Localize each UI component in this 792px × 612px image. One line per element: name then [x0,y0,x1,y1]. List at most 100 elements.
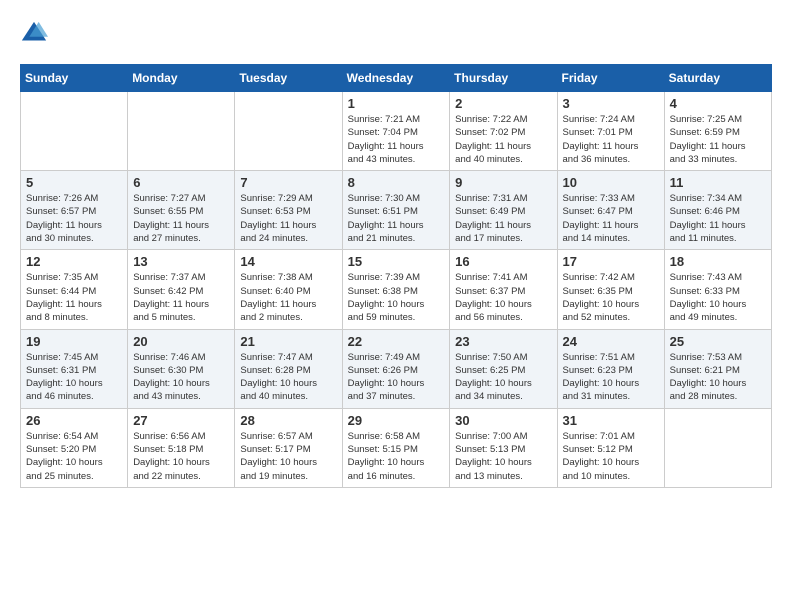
day-detail: Sunrise: 7:00 AM Sunset: 5:13 PM Dayligh… [455,430,551,483]
day-number: 30 [455,413,551,428]
calendar-week-3: 19 Sunrise: 7:45 AM Sunset: 6:31 PM Dayli… [21,329,772,408]
calendar-cell: 21Sunrise: 7:47 AM Sunset: 6:28 PM Dayli… [235,329,342,408]
calendar-cell: 14 Sunrise: 7:38 AM Sunset: 6:40 PM Dayli… [235,250,342,329]
calendar-cell: 10 Sunrise: 7:33 AM Sunset: 6:47 PM Dayli… [557,171,664,250]
day-detail: Sunrise: 7:42 AM Sunset: 6:35 PM Dayligh… [563,271,659,324]
day-number: 12 [26,254,122,269]
calendar-cell: 28 Sunrise: 6:57 AM Sunset: 5:17 PM Dayli… [235,408,342,487]
day-detail: Sunrise: 7:46 AM Sunset: 6:30 PM Dayligh… [133,351,229,404]
day-number: 31 [563,413,659,428]
day-number: 22 [348,334,445,349]
day-detail: Sunrise: 7:49 AM Sunset: 6:26 PM Dayligh… [348,351,445,404]
calendar-cell: 31 Sunrise: 7:01 AM Sunset: 5:12 PM Dayli… [557,408,664,487]
calendar-table: SundayMondayTuesdayWednesdayThursdayFrid… [20,64,772,488]
day-detail: Sunrise: 7:39 AM Sunset: 6:38 PM Dayligh… [348,271,445,324]
day-detail: Sunrise: 7:30 AM Sunset: 6:51 PM Dayligh… [348,192,445,245]
day-number: 13 [133,254,229,269]
calendar-week-4: 26Sunrise: 6:54 AM Sunset: 5:20 PM Dayli… [21,408,772,487]
day-number: 18 [670,254,766,269]
day-detail: Sunrise: 6:56 AM Sunset: 5:18 PM Dayligh… [133,430,229,483]
calendar-header-row: SundayMondayTuesdayWednesdayThursdayFrid… [21,65,772,92]
logo-icon [20,20,48,48]
day-detail: Sunrise: 7:29 AM Sunset: 6:53 PM Dayligh… [240,192,336,245]
day-detail: Sunrise: 7:43 AM Sunset: 6:33 PM Dayligh… [670,271,766,324]
day-detail: Sunrise: 6:57 AM Sunset: 5:17 PM Dayligh… [240,430,336,483]
day-detail: Sunrise: 7:34 AM Sunset: 6:46 PM Dayligh… [670,192,766,245]
day-detail: Sunrise: 7:01 AM Sunset: 5:12 PM Dayligh… [563,430,659,483]
calendar-header-friday: Friday [557,65,664,92]
day-number: 6 [133,175,229,190]
calendar-header-monday: Monday [128,65,235,92]
day-number: 7 [240,175,336,190]
day-detail: Sunrise: 7:50 AM Sunset: 6:25 PM Dayligh… [455,351,551,404]
day-number: 1 [348,96,445,111]
calendar-cell: 9 Sunrise: 7:31 AM Sunset: 6:49 PM Daylig… [450,171,557,250]
day-detail: Sunrise: 7:38 AM Sunset: 6:40 PM Dayligh… [240,271,336,324]
day-detail: Sunrise: 7:37 AM Sunset: 6:42 PM Dayligh… [133,271,229,324]
day-number: 20 [133,334,229,349]
calendar-week-1: 5 Sunrise: 7:26 AM Sunset: 6:57 PM Daylig… [21,171,772,250]
calendar-header-wednesday: Wednesday [342,65,450,92]
day-number: 28 [240,413,336,428]
day-detail: Sunrise: 7:53 AM Sunset: 6:21 PM Dayligh… [670,351,766,404]
calendar-header-saturday: Saturday [664,65,771,92]
calendar-cell [21,92,128,171]
calendar-cell: 22 Sunrise: 7:49 AM Sunset: 6:26 PM Dayli… [342,329,450,408]
calendar-cell: 25 Sunrise: 7:53 AM Sunset: 6:21 PM Dayli… [664,329,771,408]
calendar-cell: 8Sunrise: 7:30 AM Sunset: 6:51 PM Daylig… [342,171,450,250]
day-detail: Sunrise: 7:31 AM Sunset: 6:49 PM Dayligh… [455,192,551,245]
calendar-week-2: 12Sunrise: 7:35 AM Sunset: 6:44 PM Dayli… [21,250,772,329]
day-detail: Sunrise: 7:26 AM Sunset: 6:57 PM Dayligh… [26,192,122,245]
day-number: 15 [348,254,445,269]
calendar-cell: 3Sunrise: 7:24 AM Sunset: 7:01 PM Daylig… [557,92,664,171]
day-number: 9 [455,175,551,190]
day-number: 21 [240,334,336,349]
calendar-cell: 18 Sunrise: 7:43 AM Sunset: 6:33 PM Dayli… [664,250,771,329]
day-number: 26 [26,413,122,428]
day-detail: Sunrise: 7:51 AM Sunset: 6:23 PM Dayligh… [563,351,659,404]
calendar-cell: 11 Sunrise: 7:34 AM Sunset: 6:46 PM Dayli… [664,171,771,250]
day-number: 27 [133,413,229,428]
day-number: 25 [670,334,766,349]
day-number: 29 [348,413,445,428]
calendar-cell: 23 Sunrise: 7:50 AM Sunset: 6:25 PM Dayli… [450,329,557,408]
calendar-cell [128,92,235,171]
calendar-cell: 4 Sunrise: 7:25 AM Sunset: 6:59 PM Daylig… [664,92,771,171]
calendar-cell: 15 Sunrise: 7:39 AM Sunset: 6:38 PM Dayli… [342,250,450,329]
day-number: 19 [26,334,122,349]
logo [20,20,52,48]
day-number: 11 [670,175,766,190]
day-number: 2 [455,96,551,111]
day-number: 3 [563,96,659,111]
day-number: 23 [455,334,551,349]
day-detail: Sunrise: 7:22 AM Sunset: 7:02 PM Dayligh… [455,113,551,166]
calendar-cell [664,408,771,487]
day-number: 5 [26,175,122,190]
day-number: 14 [240,254,336,269]
day-detail: Sunrise: 7:25 AM Sunset: 6:59 PM Dayligh… [670,113,766,166]
day-detail: Sunrise: 7:33 AM Sunset: 6:47 PM Dayligh… [563,192,659,245]
calendar-cell: 24Sunrise: 7:51 AM Sunset: 6:23 PM Dayli… [557,329,664,408]
calendar-cell: 19 Sunrise: 7:45 AM Sunset: 6:31 PM Dayli… [21,329,128,408]
calendar-header-tuesday: Tuesday [235,65,342,92]
calendar-week-0: 1 Sunrise: 7:21 AM Sunset: 7:04 PM Daylig… [21,92,772,171]
calendar-cell: 29Sunrise: 6:58 AM Sunset: 5:15 PM Dayli… [342,408,450,487]
calendar-cell: 17 Sunrise: 7:42 AM Sunset: 6:35 PM Dayli… [557,250,664,329]
day-number: 10 [563,175,659,190]
day-number: 4 [670,96,766,111]
calendar-cell: 5 Sunrise: 7:26 AM Sunset: 6:57 PM Daylig… [21,171,128,250]
calendar-cell: 16Sunrise: 7:41 AM Sunset: 6:37 PM Dayli… [450,250,557,329]
day-number: 17 [563,254,659,269]
header [20,20,772,48]
calendar-cell: 30 Sunrise: 7:00 AM Sunset: 5:13 PM Dayli… [450,408,557,487]
calendar-cell: 6 Sunrise: 7:27 AM Sunset: 6:55 PM Daylig… [128,171,235,250]
day-number: 16 [455,254,551,269]
calendar-header-sunday: Sunday [21,65,128,92]
calendar-cell: 26Sunrise: 6:54 AM Sunset: 5:20 PM Dayli… [21,408,128,487]
calendar-cell: 1 Sunrise: 7:21 AM Sunset: 7:04 PM Daylig… [342,92,450,171]
day-detail: Sunrise: 7:21 AM Sunset: 7:04 PM Dayligh… [348,113,445,166]
calendar-cell [235,92,342,171]
day-detail: Sunrise: 7:27 AM Sunset: 6:55 PM Dayligh… [133,192,229,245]
day-detail: Sunrise: 7:45 AM Sunset: 6:31 PM Dayligh… [26,351,122,404]
calendar-cell: 13 Sunrise: 7:37 AM Sunset: 6:42 PM Dayli… [128,250,235,329]
